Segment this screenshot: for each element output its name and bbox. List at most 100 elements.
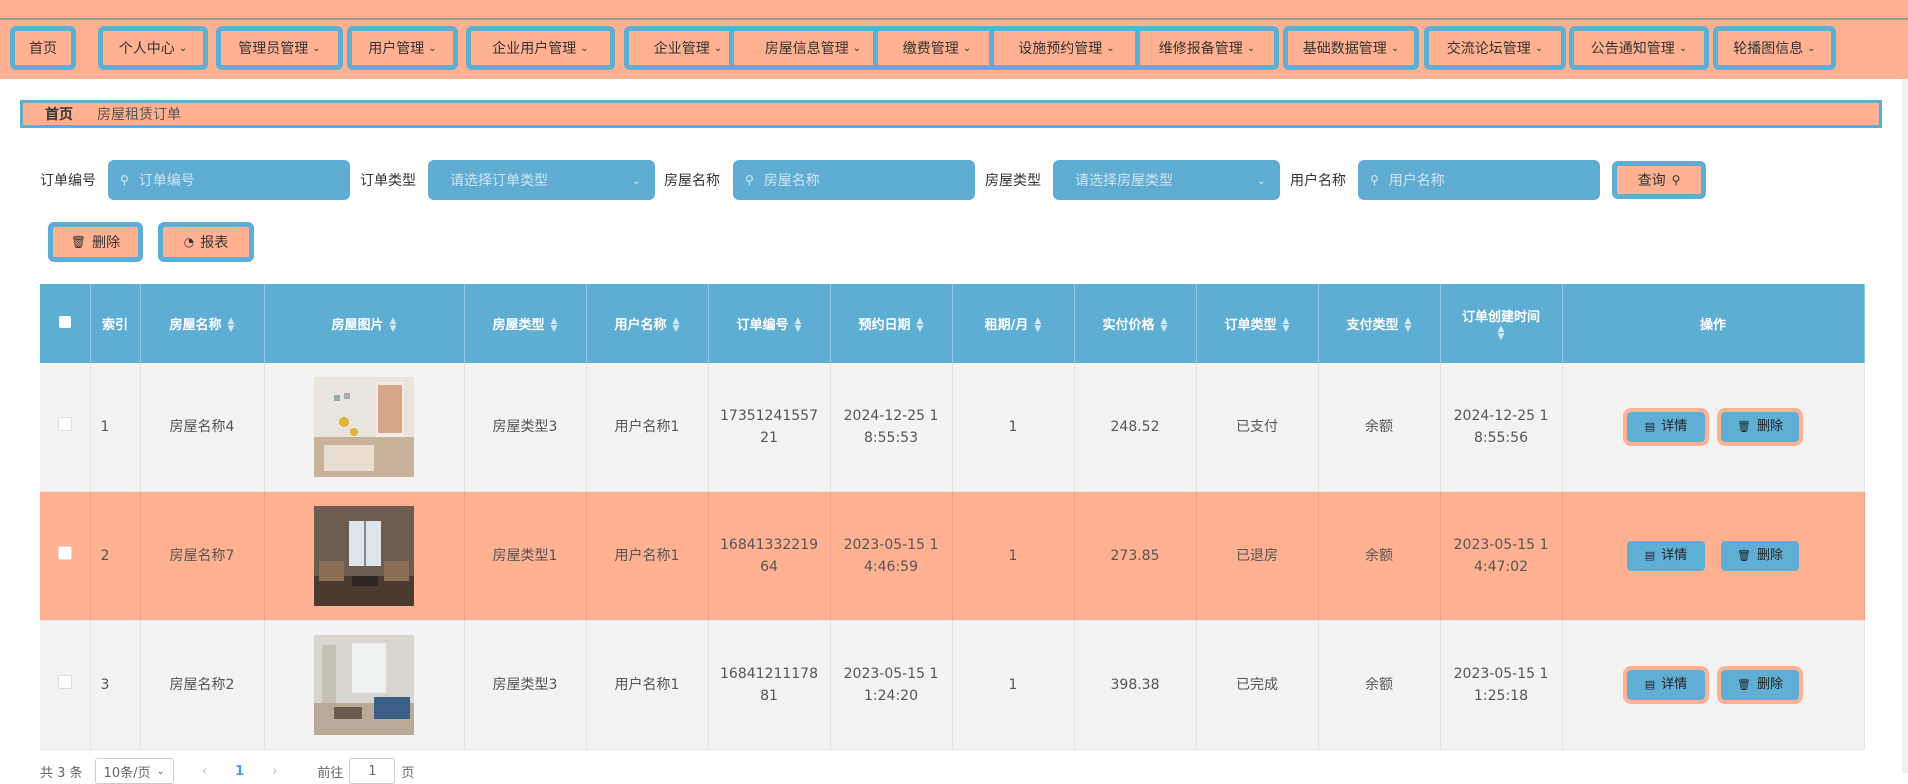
sort-icon[interactable]: ▲ ▼ bbox=[1405, 317, 1412, 334]
col-index: 索引 bbox=[90, 284, 141, 363]
breadcrumb-home[interactable]: 首页 bbox=[45, 104, 73, 124]
table-row: 1 房屋名称4 房屋类型3 用户名称1 1735124155721 2024-12-25 … bbox=[40, 363, 1865, 492]
row-delete-button[interactable]: 🗑 删除 bbox=[1717, 666, 1803, 704]
row-delete-button[interactable]: 🗑 删除 bbox=[1721, 541, 1799, 571]
house-photo[interactable] bbox=[314, 635, 414, 735]
sort-icon[interactable]: ▲ ▼ bbox=[1161, 317, 1168, 334]
nav-item-1[interactable]: 首页 bbox=[10, 26, 76, 70]
cell-order-type: 已退房 bbox=[1196, 491, 1319, 621]
nav-item-9[interactable]: 设施预约管理 ⌄ bbox=[989, 26, 1144, 70]
order-no-text: 1684133221964 bbox=[720, 537, 818, 575]
sort-icon[interactable]: ▲ ▼ bbox=[390, 317, 397, 334]
nav-item-7[interactable]: 房屋信息管理 ⌄ bbox=[729, 26, 897, 70]
col-ops: 操作 bbox=[1562, 284, 1865, 363]
col-created[interactable]: 订单创建时间 ▲ ▼ bbox=[1440, 284, 1563, 363]
nav-item-12[interactable]: 交流论坛管理 ⌄ bbox=[1424, 26, 1566, 70]
cell-house-image bbox=[264, 620, 465, 750]
document-icon: ▤ bbox=[1644, 678, 1656, 691]
sort-icon[interactable]: ▲ ▼ bbox=[795, 317, 802, 334]
detail-button[interactable]: ▤ 详情 bbox=[1623, 666, 1709, 704]
row-delete-label: 删除 bbox=[1756, 677, 1783, 692]
nav-item-3[interactable]: 管理员管理 ⌄ bbox=[216, 26, 343, 70]
cell-ops: ▤ 详情 🗑 删除 bbox=[1562, 620, 1865, 750]
next-page-icon[interactable]: › bbox=[272, 764, 277, 779]
current-page[interactable]: 1 bbox=[235, 764, 244, 779]
nav-item-11[interactable]: 基础数据管理 ⌄ bbox=[1283, 26, 1419, 70]
col-house-type[interactable]: 房屋类型 ▲ ▼ bbox=[464, 284, 587, 363]
nav-item-label: 公告通知管理 bbox=[1590, 41, 1675, 57]
chevron-down-icon: ⌄ bbox=[1807, 42, 1816, 54]
detail-button[interactable]: ▤ 详情 bbox=[1623, 408, 1709, 446]
booking-date-text: 2024-12-25 18:55:53 bbox=[843, 408, 939, 446]
nav-item-5[interactable]: 企业用户管理 ⌄ bbox=[466, 26, 615, 70]
nav-item-13[interactable]: 公告通知管理 ⌄ bbox=[1569, 26, 1709, 70]
col-lease-term[interactable]: 租期/月 ▲ ▼ bbox=[952, 284, 1075, 363]
col-house-name[interactable]: 房屋名称 ▲ ▼ bbox=[140, 284, 265, 363]
cell-booking-date: 2023-05-15 14:46:59 bbox=[830, 491, 953, 621]
col-booking-date-label: 预约日期 bbox=[858, 317, 911, 333]
goto-label: 前往 bbox=[317, 765, 344, 781]
cell-ops: ▤ 详情 🗑 删除 bbox=[1562, 363, 1865, 492]
col-order-no[interactable]: 订单编号 ▲ ▼ bbox=[708, 284, 831, 363]
created-text: 2023-05-15 14:47:02 bbox=[1453, 537, 1549, 575]
row-checkbox[interactable] bbox=[40, 363, 91, 492]
house-photo[interactable] bbox=[314, 506, 414, 606]
sort-icon[interactable]: ▲ ▼ bbox=[917, 317, 924, 334]
cell-house-name: 房屋名称7 bbox=[140, 491, 265, 621]
sort-icon[interactable]: ▲ ▼ bbox=[551, 317, 558, 334]
sort-icon[interactable]: ▲ ▼ bbox=[1498, 325, 1505, 342]
cell-house-name: 房屋名称4 bbox=[140, 363, 265, 492]
chevron-down-icon: ⌄ bbox=[1678, 42, 1688, 54]
prev-page-icon[interactable]: ‹ bbox=[202, 764, 207, 779]
cell-house-name: 房屋名称2 bbox=[140, 620, 265, 750]
cell-pay-type: 余额 bbox=[1318, 491, 1441, 621]
order-no-input[interactable]: ⚲ 订单编号 bbox=[108, 160, 350, 200]
chevron-down-icon: ⌄ bbox=[1106, 42, 1115, 54]
house-photo[interactable] bbox=[314, 377, 414, 477]
sort-icon[interactable]: ▲ ▼ bbox=[1283, 317, 1290, 334]
trash-icon: 🗑 bbox=[70, 235, 87, 249]
trash-icon: 🗑 bbox=[1737, 420, 1751, 433]
page-unit-label: 页 bbox=[401, 765, 415, 781]
nav-item-14[interactable]: 轮播图信息 ⌄ bbox=[1713, 26, 1836, 70]
row-checkbox[interactable] bbox=[40, 491, 91, 621]
sort-icon[interactable]: ▲ ▼ bbox=[228, 317, 235, 334]
col-user-name[interactable]: 用户名称 ▲ ▼ bbox=[586, 284, 709, 363]
user-name-input[interactable]: ⚲ 用户名称 bbox=[1358, 160, 1600, 200]
bulk-delete-button[interactable]: 🗑 删除 bbox=[48, 222, 143, 262]
nav-item-label: 管理员管理 bbox=[238, 41, 309, 57]
row-delete-label: 删除 bbox=[1756, 419, 1783, 434]
cell-order-type: 已完成 bbox=[1196, 620, 1319, 750]
sort-icon[interactable]: ▲ ▼ bbox=[1034, 317, 1041, 334]
col-house-image[interactable]: 房屋图片 ▲ ▼ bbox=[264, 284, 465, 363]
col-booking-date[interactable]: 预约日期 ▲ ▼ bbox=[830, 284, 953, 363]
row-checkbox[interactable] bbox=[40, 620, 91, 750]
col-price[interactable]: 实付价格 ▲ ▼ bbox=[1074, 284, 1197, 363]
vertical-scrollbar[interactable] bbox=[1902, 79, 1908, 773]
sort-icon[interactable]: ▲ ▼ bbox=[673, 317, 680, 334]
query-button[interactable]: 查询 ⚲ bbox=[1612, 161, 1706, 199]
goto-page-input[interactable]: 1 bbox=[349, 758, 396, 784]
cell-pay-type: 余额 bbox=[1318, 363, 1441, 492]
nav-item-8[interactable]: 缴费管理 ⌄ bbox=[873, 26, 1001, 70]
col-order-type[interactable]: 订单类型 ▲ ▼ bbox=[1196, 284, 1319, 363]
house-type-select[interactable]: 请选择房屋类型 ⌄ bbox=[1053, 160, 1280, 200]
nav-item-2[interactable]: 个人中心 ⌄ bbox=[98, 26, 208, 70]
order-no-text: 1684121117881 bbox=[720, 666, 818, 704]
order-type-select[interactable]: 请选择订单类型 ⌄ bbox=[428, 160, 655, 200]
nav-item-10[interactable]: 维修报备管理 ⌄ bbox=[1135, 26, 1279, 70]
house-name-input[interactable]: ⚲ 房屋名称 bbox=[733, 160, 975, 200]
detail-button[interactable]: ▤ 详情 bbox=[1627, 541, 1705, 571]
report-button[interactable]: ◔ 报表 bbox=[158, 222, 254, 262]
page-size-select[interactable]: 10条/页 ⌄ bbox=[94, 758, 174, 784]
chevron-down-icon: ⌄ bbox=[156, 765, 165, 777]
col-pay-type[interactable]: 支付类型 ▲ ▼ bbox=[1318, 284, 1441, 363]
cell-user-name: 用户名称1 bbox=[586, 363, 709, 492]
cell-created: 2023-05-15 14:47:02 bbox=[1440, 491, 1563, 621]
nav-item-4[interactable]: 用户管理 ⌄ bbox=[347, 26, 458, 70]
select-all-checkbox[interactable] bbox=[40, 284, 91, 363]
cell-order-no: 1684121117881 bbox=[708, 620, 831, 750]
user-name-placeholder: 用户名称 bbox=[1388, 173, 1445, 189]
chevron-down-icon: ⌄ bbox=[713, 42, 723, 54]
row-delete-button[interactable]: 🗑 删除 bbox=[1717, 408, 1803, 446]
